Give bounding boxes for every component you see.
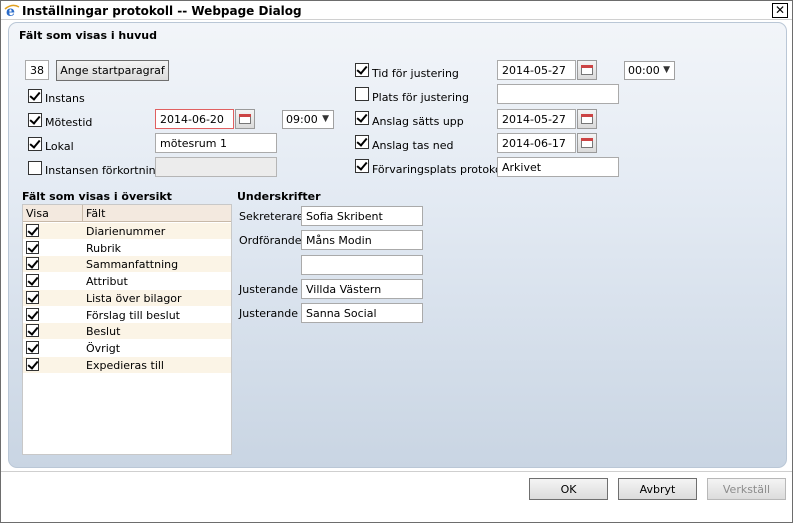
section-title-signatures: Underskrifter	[237, 190, 321, 203]
list-item[interactable]: Lista över bilagor	[23, 289, 231, 306]
anslag-ned-calendar-button[interactable]	[577, 133, 597, 153]
motestid-checkbox[interactable]	[28, 113, 42, 127]
list-item[interactable]: Rubrik	[23, 240, 231, 256]
forkortning-input[interactable]	[155, 157, 277, 177]
ok-button[interactable]: OK	[529, 478, 608, 500]
list-item-label: Attribut	[86, 275, 128, 289]
list-item-label: Sammanfattning	[86, 258, 179, 272]
motestid-time-value: 09:00	[286, 113, 318, 126]
lokal-input[interactable]: mötesrum 1	[155, 133, 277, 153]
calendar-icon	[239, 114, 251, 124]
signature-name-input[interactable]: Måns Modin	[301, 230, 423, 251]
list-item-checkbox[interactable]	[26, 290, 39, 304]
anslag-ned-checkbox[interactable]	[355, 135, 369, 149]
motestid-date-input[interactable]: 2014-06-20	[155, 109, 234, 129]
close-button[interactable]: ✕	[772, 3, 788, 18]
column-divider	[82, 205, 83, 222]
column-header-visa: Visa	[26, 207, 49, 220]
tid-justering-calendar-button[interactable]	[577, 60, 597, 80]
forkortning-checkbox[interactable]	[28, 161, 42, 175]
plats-justering-checkbox[interactable]	[355, 87, 369, 101]
signature-name-input[interactable]: Sanna Social	[301, 303, 423, 324]
motestid-label: Mötestid	[45, 116, 93, 129]
calendar-icon	[581, 65, 593, 75]
anslag-upp-date-input[interactable]: 2014-05-27	[497, 109, 576, 129]
list-item-checkbox[interactable]	[26, 240, 39, 254]
forvaring-input[interactable]: Arkivet	[497, 157, 619, 177]
list-item[interactable]: Förslag till beslut	[23, 307, 231, 323]
chevron-down-icon: ▼	[322, 114, 329, 124]
calendar-icon	[581, 138, 593, 148]
motestid-time-select[interactable]: 09:00 ▼	[282, 110, 334, 129]
apply-button[interactable]: Verkställ	[707, 478, 786, 500]
dialog-footer: OK Avbryt Verkställ	[1, 471, 792, 522]
signature-role-label: Justerande	[239, 282, 299, 296]
instans-label: Instans	[45, 92, 85, 105]
list-item[interactable]: Expedieras till	[23, 356, 231, 373]
signature-name-input[interactable]: Villda Västern	[301, 278, 423, 299]
lokal-label: Lokal	[45, 140, 74, 153]
anslag-ned-label: Anslag tas ned	[372, 139, 454, 152]
list-item-checkbox[interactable]	[26, 340, 39, 354]
list-item-label: Diarienummer	[86, 225, 166, 238]
anslag-upp-label: Anslag sätts upp	[372, 115, 464, 128]
plats-justering-input[interactable]	[497, 84, 619, 104]
list-item-checkbox[interactable]	[26, 274, 39, 288]
calendar-icon	[581, 114, 593, 124]
lokal-checkbox[interactable]	[28, 137, 42, 151]
tid-justering-label: Tid för justering	[372, 67, 459, 80]
list-item[interactable]: Övrigt	[23, 340, 231, 356]
ie-icon: e	[4, 3, 20, 18]
list-item-checkbox[interactable]	[26, 307, 39, 321]
anslag-upp-calendar-button[interactable]	[577, 109, 597, 129]
overview-list: Visa Fält Diarienummer Rubrik Sammanfattni…	[22, 204, 232, 455]
forkortning-label: Instansen förkortning	[45, 164, 163, 177]
list-item[interactable]: Diarienummer	[23, 223, 231, 239]
list-item[interactable]: Sammanfattning	[23, 256, 231, 273]
list-item-label: Lista över bilagor	[86, 291, 182, 305]
title-bar: e Inställningar protokoll -- Webpage Dia…	[1, 1, 792, 20]
forvaring-label: Förvaringsplats protokoll	[372, 163, 508, 176]
list-item-checkbox[interactable]	[26, 224, 39, 237]
signature-name-input[interactable]	[301, 254, 423, 275]
tid-justering-time-value: 00:00	[628, 64, 660, 77]
forvaring-checkbox[interactable]	[355, 159, 369, 173]
start-para-button[interactable]: Ange startparagraf	[56, 60, 169, 81]
list-item[interactable]: Beslut	[23, 323, 231, 340]
dialog-window: e Inställningar protokoll -- Webpage Dia…	[0, 0, 793, 523]
list-item-checkbox[interactable]	[26, 357, 39, 371]
signature-role-label: Sekreterare	[239, 210, 304, 223]
list-item-checkbox[interactable]	[26, 257, 39, 271]
signature-role-label: Ordförande	[239, 234, 302, 248]
plats-justering-label: Plats för justering	[372, 91, 469, 104]
window-title: Inställningar protokoll -- Webpage Dialo…	[22, 4, 302, 18]
instans-checkbox[interactable]	[28, 89, 42, 103]
anslag-upp-checkbox[interactable]	[355, 111, 369, 125]
tid-justering-time-select[interactable]: 00:00 ▼	[624, 61, 675, 80]
list-item-label: Expedieras till	[86, 358, 164, 372]
list-item-label: Rubrik	[86, 241, 122, 255]
signature-name-input[interactable]: Sofia Skribent	[301, 206, 423, 226]
anslag-ned-date-input[interactable]: 2014-06-17	[497, 133, 576, 153]
column-header-falt: Fält	[86, 207, 106, 220]
list-item-label: Beslut	[86, 325, 121, 339]
section-title-header: Fält som visas i huvud	[19, 29, 157, 42]
tid-justering-date-input[interactable]: 2014-05-27	[497, 60, 576, 80]
list-item-label: Förslag till beslut	[86, 308, 180, 322]
tid-justering-checkbox[interactable]	[355, 63, 369, 77]
para-number-input[interactable]: 38	[25, 60, 49, 80]
signature-role-label: Justerande	[239, 307, 299, 321]
cancel-button[interactable]: Avbryt	[618, 478, 697, 500]
list-item-checkbox[interactable]	[26, 324, 39, 338]
list-item[interactable]: Attribut	[23, 273, 231, 289]
chevron-down-icon: ▼	[663, 65, 670, 75]
overview-list-header: Visa Fält	[23, 205, 231, 222]
list-item-label: Övrigt	[86, 341, 121, 355]
motestid-calendar-button[interactable]	[235, 109, 255, 129]
section-title-overview: Fält som visas i översikt	[22, 190, 172, 203]
